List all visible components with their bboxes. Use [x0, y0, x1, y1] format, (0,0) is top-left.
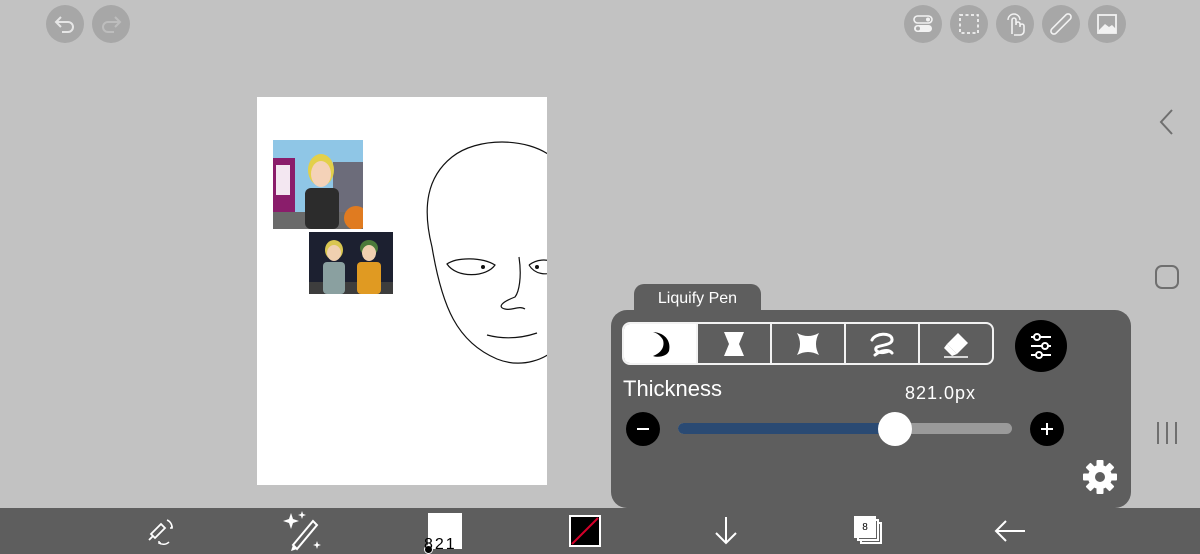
brush-size-value: 821	[424, 536, 457, 553]
drawing-canvas[interactable]	[257, 97, 547, 485]
transform-icon	[148, 519, 173, 546]
mode-twirl[interactable]	[846, 324, 920, 363]
expand-mode-icon	[797, 332, 819, 355]
mode-pinch[interactable]	[698, 324, 772, 363]
restore-mode-icon	[944, 332, 968, 358]
twirl-mode-icon	[870, 332, 894, 356]
magic-brush-button[interactable]	[278, 508, 328, 554]
magic-brush-icon	[283, 511, 321, 551]
back-button[interactable]	[990, 508, 1030, 554]
push-mode-icon	[653, 331, 670, 357]
thickness-slider-thumb[interactable]	[878, 412, 913, 446]
brush-settings-button[interactable]	[1081, 458, 1119, 501]
back-arrow-icon	[994, 520, 1025, 542]
thickness-value: 821.0px	[905, 383, 977, 403]
mode-restore[interactable]	[920, 324, 992, 363]
liquify-panel: Thickness 821.0px	[611, 310, 1131, 508]
redo-button[interactable]	[92, 5, 130, 43]
thickness-decrease-button[interactable]	[626, 412, 660, 446]
bottom-toolbar: 821 8	[0, 508, 1200, 554]
adjust-settings-button[interactable]	[1015, 320, 1067, 372]
touch-icon	[1007, 13, 1025, 36]
download-icon	[715, 517, 737, 545]
undo-button[interactable]	[46, 5, 84, 43]
undo-icon	[54, 16, 74, 33]
mode-expand[interactable]	[772, 324, 846, 363]
panel-title: Liquify Pen	[657, 290, 738, 307]
layers-icon: 8	[854, 516, 882, 546]
touch-button[interactable]	[996, 5, 1034, 43]
selection-button[interactable]	[950, 5, 988, 43]
recents-icon[interactable]	[1154, 420, 1180, 446]
layer-count: 8	[862, 521, 868, 533]
download-button[interactable]	[708, 508, 744, 554]
plus-icon	[1041, 423, 1053, 435]
thickness-slider-fill	[678, 423, 896, 434]
pinch-mode-icon	[724, 331, 744, 356]
thickness-label: Thickness	[623, 376, 723, 401]
image-icon	[1097, 14, 1117, 34]
home-square-icon[interactable]	[1154, 264, 1180, 290]
image-button[interactable]	[1088, 5, 1126, 43]
color-swatch	[569, 515, 601, 547]
selection-icon	[959, 14, 979, 34]
back-chevron-icon[interactable]	[1155, 108, 1179, 136]
color-swatch-button[interactable]	[568, 508, 602, 554]
ruler-icon	[1050, 13, 1072, 35]
mode-push[interactable]	[624, 324, 698, 363]
face-sketch	[426, 141, 547, 364]
redo-icon	[102, 16, 122, 33]
layer-toggle-button[interactable]	[904, 5, 942, 43]
minus-icon	[637, 428, 649, 430]
sliders-icon	[1031, 333, 1051, 359]
liquify-mode-selector	[622, 322, 994, 365]
thickness-slider-track[interactable]	[678, 423, 1012, 434]
layers-toggle-icon	[913, 15, 933, 32]
layers-button[interactable]: 8	[850, 508, 886, 554]
gear-icon	[1083, 460, 1117, 494]
transform-button[interactable]	[140, 508, 180, 554]
ruler-button[interactable]	[1042, 5, 1080, 43]
thickness-increase-button[interactable]	[1030, 412, 1064, 446]
